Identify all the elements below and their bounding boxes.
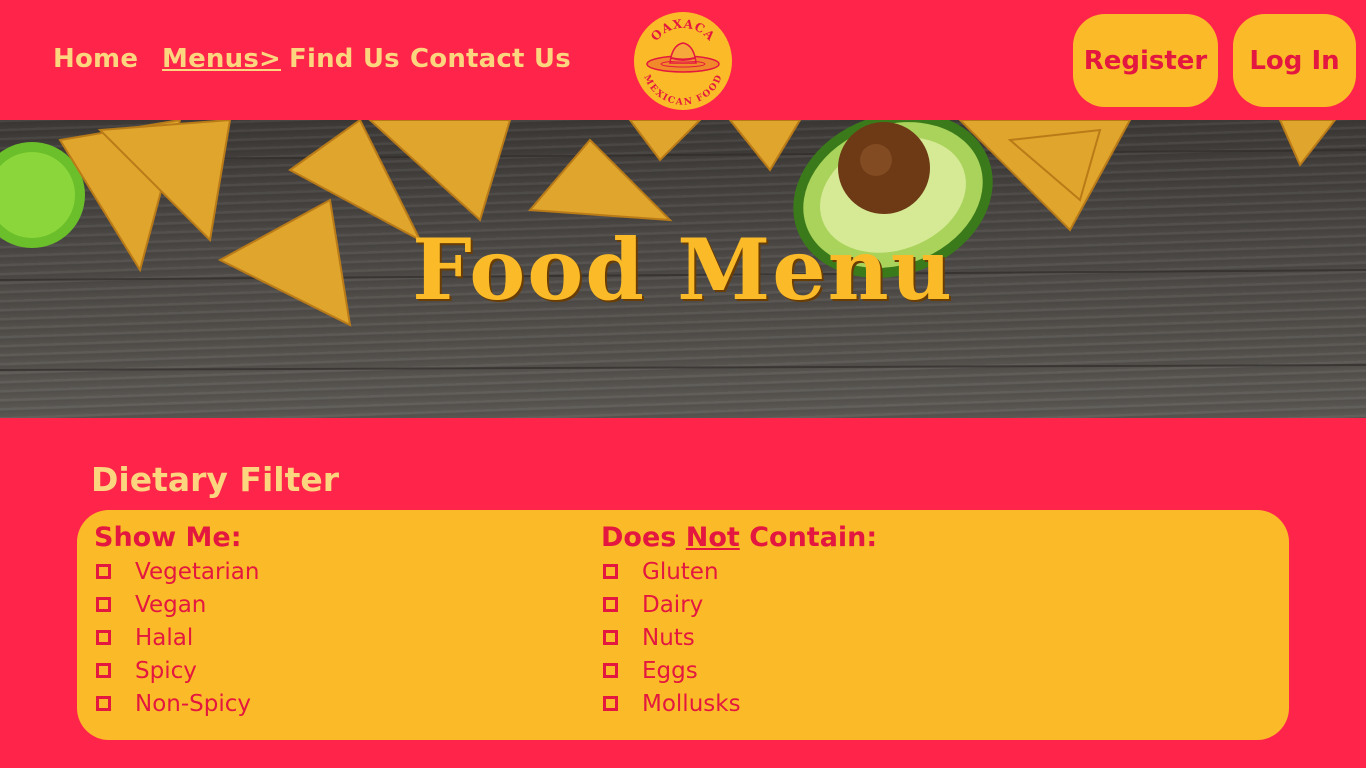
exclude-option-eggs[interactable]: Eggs (601, 654, 877, 687)
does-not-contain-heading: Does Not Contain: (601, 522, 877, 553)
checkbox[interactable] (603, 696, 618, 711)
checkbox[interactable] (96, 630, 111, 645)
option-label: Halal (135, 624, 194, 651)
filter-option-halal[interactable]: Halal (94, 621, 259, 654)
checkbox[interactable] (96, 696, 111, 711)
exclude-option-gluten[interactable]: Gluten (601, 555, 877, 588)
option-label: Nuts (642, 624, 695, 651)
option-label: Non-Spicy (135, 690, 251, 717)
checkbox[interactable] (603, 597, 618, 612)
checkbox[interactable] (96, 597, 111, 612)
exclude-option-nuts[interactable]: Nuts (601, 621, 877, 654)
show-me-heading: Show Me: (94, 522, 242, 553)
show-me-column: Show Me: Vegetarian Vegan Halal Spicy No… (94, 522, 259, 720)
option-label: Eggs (642, 657, 698, 684)
checkbox[interactable] (603, 630, 618, 645)
hero-banner: Food Menu (0, 120, 1366, 418)
nav-find-us-link[interactable]: Find Us (289, 44, 400, 74)
option-label: Mollusks (642, 690, 741, 717)
checkbox[interactable] (96, 564, 111, 579)
option-label: Gluten (642, 558, 719, 585)
svg-text:OAXACA: OAXACA (648, 17, 718, 44)
svg-text:MEXICAN FOOD: MEXICAN FOOD (641, 74, 724, 108)
exclude-option-dairy[interactable]: Dairy (601, 588, 877, 621)
checkbox[interactable] (96, 663, 111, 678)
logo-top-text: OAXACA (648, 17, 717, 44)
nav-menus-link[interactable]: Menus> (162, 44, 281, 74)
heading-part: Contain: (739, 522, 878, 553)
filter-option-spicy[interactable]: Spicy (94, 654, 259, 687)
nav-home-link[interactable]: Home (53, 44, 138, 74)
option-label: Vegan (135, 591, 207, 618)
filter-option-non-spicy[interactable]: Non-Spicy (94, 687, 259, 720)
register-button[interactable]: Register (1073, 14, 1218, 107)
page-title: Food Menu (412, 220, 954, 319)
heading-not-emphasis: Not (685, 522, 740, 553)
nav-contact-us-link[interactable]: Contact Us (410, 44, 571, 74)
checkbox[interactable] (603, 663, 618, 678)
filter-option-vegetarian[interactable]: Vegetarian (94, 555, 259, 588)
heading-part: Does (601, 522, 686, 553)
logo-bottom-text: MEXICAN FOOD (641, 74, 724, 108)
header: Home Menus> Find Us Contact Us OAXACA ME… (0, 0, 1366, 120)
option-label: Vegetarian (135, 558, 260, 585)
option-label: Spicy (135, 657, 197, 684)
dietary-filter-heading: Dietary Filter (91, 460, 339, 499)
filter-option-vegan[interactable]: Vegan (94, 588, 259, 621)
dietary-filter-panel: Show Me: Vegetarian Vegan Halal Spicy No… (77, 510, 1289, 740)
exclude-option-mollusks[interactable]: Mollusks (601, 687, 877, 720)
does-not-contain-column: Does Not Contain: Gluten Dairy Nuts Eggs… (601, 522, 877, 720)
login-button[interactable]: Log In (1233, 14, 1356, 107)
sombrero-logo-icon: OAXACA MEXICAN FOOD (641, 17, 724, 108)
option-label: Dairy (642, 591, 704, 618)
checkbox[interactable] (603, 564, 618, 579)
brand-logo[interactable]: OAXACA MEXICAN FOOD (634, 12, 732, 110)
